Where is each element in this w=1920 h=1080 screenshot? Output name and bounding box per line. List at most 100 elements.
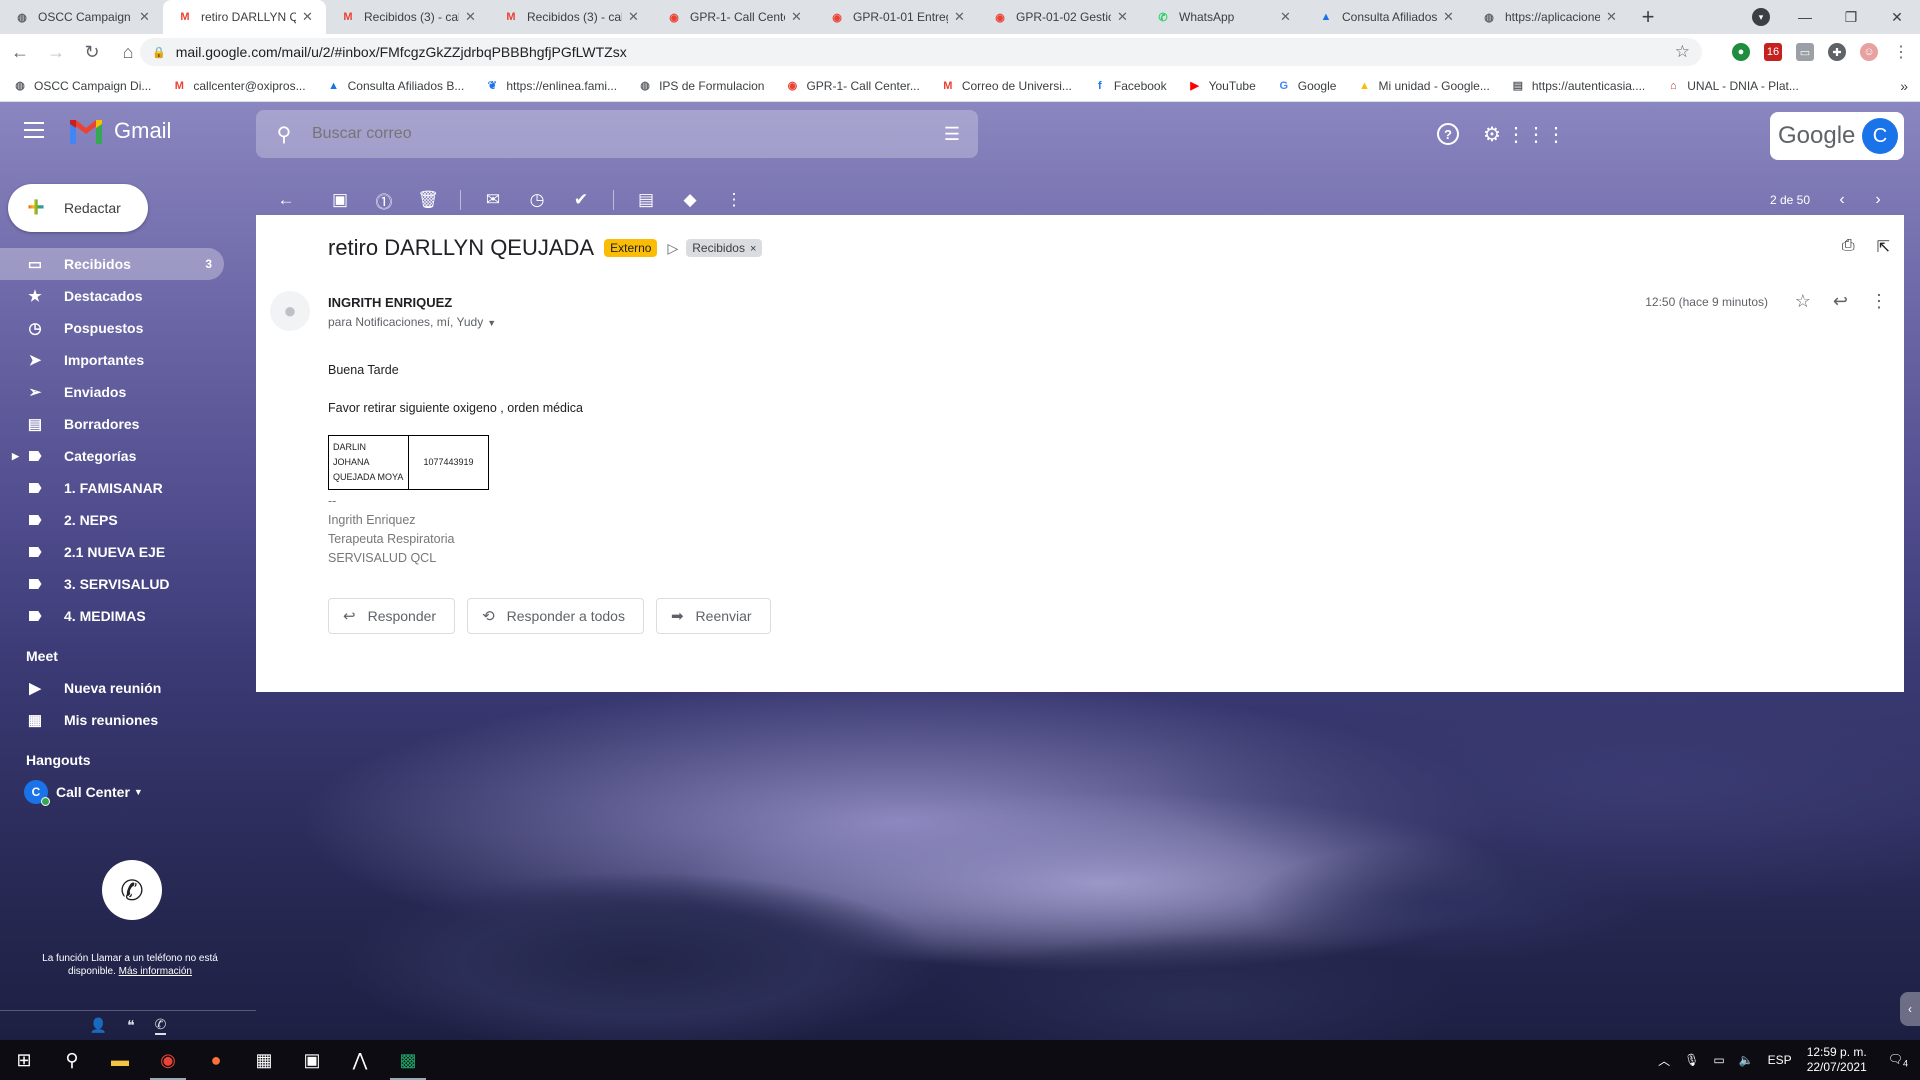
sidebar-item[interactable]: ➢ Enviados [0, 376, 256, 408]
sidebar-item[interactable]: ◷ Pospuestos [0, 312, 256, 344]
extension-icon[interactable]: ● [1732, 43, 1750, 61]
language-indicator[interactable]: ESP [1768, 1053, 1792, 1067]
meet-item[interactable]: ▶ Nueva reunión [0, 672, 256, 704]
back-to-inbox-icon[interactable]: ← [268, 182, 304, 218]
excel-icon[interactable]: ▩ [384, 1040, 432, 1080]
hangouts-user[interactable]: C Call Center ▼ [0, 776, 256, 808]
microphone-icon[interactable]: 🎙 [1684, 1053, 1699, 1067]
browser-tab[interactable]: Mretiro DARLLYN QE ✕ [163, 0, 326, 34]
main-menu-icon[interactable] [24, 122, 44, 138]
close-tab-icon[interactable]: ✕ [139, 9, 153, 25]
sidebar-item[interactable]: 2.1 NUEVA EJE [0, 536, 256, 568]
reply-all-button[interactable]: ⟲ Responder a todos [467, 598, 644, 634]
network-icon[interactable]: ▭ [1713, 1053, 1724, 1067]
sidebar-item[interactable]: ★ Destacados [0, 280, 256, 312]
sidebar-item[interactable]: ▭ Recibidos 3 [0, 248, 224, 280]
bookmark-item[interactable]: ▤ https://autenticasia.... [1510, 78, 1646, 94]
browser-tab[interactable]: ◉ GPR-01-01 Entrega ✕ [815, 0, 978, 34]
browser-tab[interactable]: ✆ WhatsApp ✕ [1141, 0, 1304, 34]
tray-expand-icon[interactable]: ︿ [1658, 1052, 1670, 1069]
browser-tab[interactable]: ◍ https://aplicacione ✕ [1467, 0, 1630, 34]
sidebar-item[interactable]: ➤ Importantes [0, 344, 256, 376]
forward-icon[interactable]: → [38, 34, 74, 70]
sidebar-item[interactable]: 4. MEDIMAS [0, 600, 256, 632]
snooze-icon[interactable]: ◷ [519, 182, 555, 218]
bookmark-item[interactable]: G Google [1276, 78, 1336, 94]
file-explorer-icon[interactable]: ▬ [96, 1040, 144, 1080]
profile-avatar-icon[interactable]: ☺ [1860, 43, 1878, 61]
close-tab-icon[interactable]: ✕ [628, 9, 642, 25]
label-icon[interactable]: ◆ [672, 182, 708, 218]
bookmark-item[interactable]: ❦ https://enlinea.fami... [484, 78, 617, 94]
move-to-icon[interactable]: ▤ [628, 182, 664, 218]
more-options-icon[interactable]: ⋮ [716, 182, 752, 218]
help-icon[interactable]: ? [1436, 122, 1460, 146]
chrome-icon[interactable]: ◉ [144, 1040, 192, 1080]
app-icon[interactable]: ⋀ [336, 1040, 384, 1080]
star-icon[interactable]: ☆ [1795, 291, 1811, 312]
side-panel-toggle-icon[interactable]: ‹ [1900, 992, 1920, 1026]
expand-caret-icon[interactable]: ▶ [12, 451, 19, 462]
firefox-icon[interactable]: ● [192, 1040, 240, 1080]
meet-item[interactable]: ▦ Mis reuniones [0, 704, 256, 736]
system-clock[interactable]: 12:59 p. m. 22/07/2021 [1807, 1045, 1867, 1075]
close-tab-icon[interactable]: ✕ [1606, 9, 1620, 25]
gmail-logo[interactable]: Gmail [68, 118, 171, 144]
account-avatar[interactable]: C [1862, 118, 1898, 154]
newer-chevron-icon[interactable]: ‹ [1824, 191, 1860, 209]
reload-icon[interactable]: ↻ [74, 34, 110, 70]
bookmark-item[interactable]: ▲ Consulta Afiliados B... [326, 78, 464, 94]
browser-tab[interactable]: M Recibidos (3) - callc ✕ [489, 0, 652, 34]
search-options-icon[interactable]: ☰ [944, 124, 960, 145]
more-info-link[interactable]: Más información [119, 966, 192, 977]
account-switcher[interactable]: Google C [1770, 112, 1904, 160]
browser-tab[interactable]: ▲ Consulta Afiliados ✕ [1304, 0, 1467, 34]
archive-icon[interactable]: ▣ [322, 182, 358, 218]
browser-tab[interactable]: M Recibidos (3) - callc ✕ [326, 0, 489, 34]
bookmark-item[interactable]: f Facebook [1092, 78, 1167, 94]
remove-label-icon[interactable]: × [750, 243, 756, 255]
close-tab-icon[interactable]: ✕ [1443, 9, 1457, 25]
sender-name[interactable]: INGRITH ENRIQUEZ [328, 295, 452, 310]
settings-gear-icon[interactable]: ⚙ [1480, 122, 1504, 146]
search-icon[interactable]: ⚲ [256, 122, 312, 147]
browser-menu-icon[interactable]: ⋮ [1892, 43, 1910, 61]
close-tab-icon[interactable]: ✕ [302, 9, 316, 25]
importance-marker-icon[interactable]: ▷ [667, 240, 678, 257]
chevron-down-icon[interactable]: ▼ [134, 787, 143, 797]
show-details-chevron-icon[interactable]: ▼ [487, 318, 496, 328]
bookmark-item[interactable]: ◍ IPS de Formulacion [637, 78, 764, 94]
extension-icon[interactable]: ▭ [1796, 43, 1814, 61]
puzzle-icon[interactable]: ✚ [1828, 43, 1846, 61]
windows-start-icon[interactable]: ⊞ [0, 1040, 48, 1080]
add-to-tasks-icon[interactable]: ✔ [563, 182, 599, 218]
reply-icon[interactable]: ↩ [1833, 291, 1848, 312]
restore-icon[interactable]: ❐ [1828, 0, 1874, 34]
browser-tab[interactable]: ◉ GPR-1- Call Center ✕ [652, 0, 815, 34]
new-tab-button[interactable]: + [1630, 0, 1666, 34]
apps-grid-icon[interactable]: ⋮⋮⋮ [1506, 122, 1566, 146]
search-bar[interactable]: ⚲ ☰ [256, 110, 978, 158]
close-tab-icon[interactable]: ✕ [1117, 9, 1131, 25]
close-tab-icon[interactable]: ✕ [465, 9, 479, 25]
taskbar-search-icon[interactable]: ⚲ [48, 1040, 96, 1080]
report-spam-icon[interactable]: ⓵ [366, 182, 402, 218]
search-input[interactable] [312, 125, 872, 143]
more-vert-icon[interactable]: ⋮ [1870, 291, 1888, 312]
close-tab-icon[interactable]: ✕ [1280, 9, 1294, 25]
phone-icon[interactable]: ✆ [154, 1016, 167, 1035]
reply-button[interactable]: ↩ Responder [328, 598, 456, 634]
sidebar-item[interactable]: ▤ Borradores [0, 408, 256, 440]
sidebar-item[interactable]: 2. NEPS [0, 504, 256, 536]
conversation-icon[interactable]: ❝ [127, 1017, 135, 1034]
app-icon[interactable]: ▦ [240, 1040, 288, 1080]
browser-tab[interactable]: ◍ OSCC Campaign Di ✕ [0, 0, 163, 34]
bookmark-item[interactable]: ⌂ UNAL - DNIA - Plat... [1665, 78, 1799, 94]
open-new-window-icon[interactable]: ⇱ [1877, 237, 1890, 257]
bookmark-item[interactable]: ◍ OSCC Campaign Di... [12, 78, 151, 94]
sidebar-item[interactable]: 3. SERVISALUD [0, 568, 256, 600]
sidebar-item[interactable]: ▶ Categorías [0, 440, 256, 472]
mark-unread-icon[interactable]: ✉ [475, 182, 511, 218]
delete-icon[interactable]: 🗑 [410, 182, 446, 218]
bookmark-item[interactable]: ▲ Mi unidad - Google... [1356, 78, 1490, 94]
